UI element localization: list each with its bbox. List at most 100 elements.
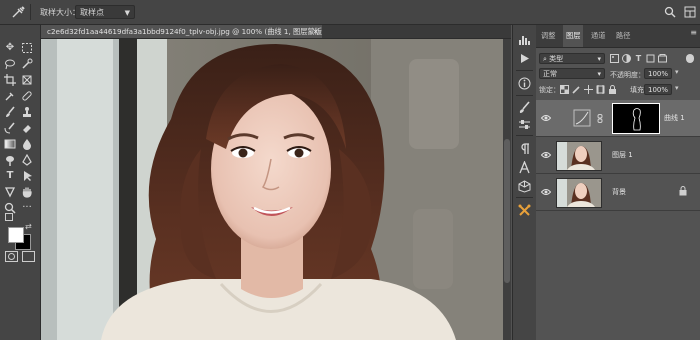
filter-pixel-icon[interactable] [610,54,619,63]
info-icon[interactable] [518,77,531,90]
separator [516,95,533,96]
path-select-icon[interactable] [21,170,33,182]
layer-row-layer1[interactable]: 图层 1 [536,137,700,174]
opacity-label: 不透明度： [610,71,645,79]
tab-layers[interactable]: 图层 [563,25,584,47]
brush-icon[interactable] [4,106,16,118]
document-tab-title: c2e6d32fd1aa44619dfa3a1bbd9124f0_tplv-ob… [47,27,322,36]
tab-adjustments[interactable]: 调整 [538,25,558,47]
eyedropper-icon[interactable] [10,5,26,19]
curves-adjustment-icon [572,108,592,128]
frame-icon[interactable] [21,74,33,86]
3d-icon[interactable] [518,180,531,193]
lock-artboard-icon[interactable] [596,85,605,94]
fill-value: 100% [648,86,669,94]
marquee-icon[interactable] [21,42,33,54]
chevron-down-icon: ▼ [124,9,130,17]
type-icon[interactable]: T [4,170,16,182]
vertical-scrollbar[interactable] [503,39,511,340]
opacity-value: 100% [648,70,669,78]
actions-play-icon[interactable] [518,52,531,65]
sample-size-select[interactable]: 取样点 ▼ [75,5,135,19]
sample-size-value: 取样点 [80,8,104,17]
portrait-photo [41,39,503,340]
healing-icon[interactable] [21,90,33,102]
move-icon[interactable]: ✥ [4,42,16,54]
adjust-sliders-icon[interactable] [518,118,531,131]
close-icon[interactable]: × [312,25,319,38]
crop-icon[interactable] [4,74,16,86]
lock-icon [679,186,687,196]
screen-mode-icon[interactable] [22,251,35,262]
history-brush-icon[interactable] [4,122,16,134]
eye-icon[interactable] [541,187,551,197]
quick-mask-icon[interactable] [5,251,18,262]
layer-thumbnail [556,141,602,171]
chevron-down-icon[interactable]: ▾ [675,68,679,76]
layer-name[interactable]: 图层 1 [612,150,633,160]
lasso-icon[interactable] [4,58,16,70]
lock-position-icon[interactable] [584,85,593,94]
chevron-down-icon: ▾ [597,55,601,63]
lock-pixels-icon[interactable] [572,85,581,94]
layer-name[interactable]: 曲线 1 [664,113,685,123]
image-canvas[interactable] [41,39,503,340]
layer-mask-thumbnail[interactable] [612,103,660,134]
swap-colors-icon[interactable]: ⇄ [25,222,32,231]
panel-menu-icon[interactable]: ≡ [690,28,697,37]
layers-panel: 调整 图层 通道 路径 ≡ ⌕ 类型 ▾ T 正常 ▾ 不透明度： 100% ▾ 锁… [536,25,700,340]
histogram-icon[interactable] [518,33,531,46]
blend-mode-select[interactable]: 正常 ▾ [539,68,605,79]
lock-transparent-icon[interactable] [560,85,569,94]
search-icon[interactable] [664,6,676,18]
chevron-down-icon: ▾ [597,70,601,78]
gradient-icon[interactable] [4,138,16,150]
quick-select-icon[interactable] [21,58,33,70]
hand-icon[interactable] [21,186,33,198]
separator [30,4,31,20]
document-tab[interactable]: c2e6d32fd1aa44619dfa3a1bbd9124f0_tplv-ob… [41,25,322,38]
lock-label: 锁定： [539,86,560,94]
filter-shape-icon[interactable] [646,54,655,63]
scrollbar-thumb[interactable] [504,139,510,283]
filter-type-select[interactable]: ⌕ 类型 ▾ [539,53,605,64]
blur-icon[interactable] [21,138,33,150]
tool-presets-icon[interactable] [518,204,531,217]
fill-input[interactable]: 100% [644,84,672,95]
link-icon[interactable] [597,114,603,123]
stamp-icon[interactable] [21,106,33,118]
layer-row-background[interactable]: 背景 [536,174,700,211]
panel-tabs: 调整 图层 通道 路径 ≡ [536,25,700,48]
tab-channels[interactable]: 通道 [588,25,608,47]
shape-icon[interactable] [4,186,16,198]
opacity-input[interactable]: 100% [644,68,672,79]
foreground-color-swatch[interactable] [8,227,24,243]
eyedropper-icon[interactable] [4,90,16,102]
blend-mode-value: 正常 [543,70,557,78]
eye-icon[interactable] [541,150,551,160]
default-colors-icon[interactable] [5,213,13,221]
options-bar: 取样大小： 取样点 ▼ [0,0,700,25]
eraser-icon[interactable] [21,122,33,134]
tab-paths[interactable]: 路径 [613,25,633,47]
filter-type-icon[interactable]: T [634,54,643,63]
edit-toolbar-icon[interactable]: ··· [21,202,33,214]
lock-all-icon[interactable] [608,85,617,94]
tools-panel: ✥ T ··· ⇄ [0,25,41,340]
dodge-icon[interactable] [4,154,16,166]
character-icon[interactable] [518,160,531,174]
layer-row-curves[interactable]: 曲线 1 [536,100,700,137]
eye-icon[interactable] [541,113,551,123]
layer-thumbnail [556,178,602,208]
paragraph-icon[interactable] [518,142,531,155]
document-tabs: c2e6d32fd1aa44619dfa3a1bbd9124f0_tplv-ob… [41,25,511,39]
brush-settings-icon[interactable] [518,101,531,114]
separator [516,135,533,136]
workspace-grid-icon[interactable] [684,6,696,18]
chevron-down-icon[interactable]: ▾ [675,84,679,92]
filter-toggle[interactable] [686,54,694,63]
filter-adjustment-icon[interactable] [622,54,631,63]
layer-name[interactable]: 背景 [612,187,626,197]
filter-smart-object-icon[interactable] [658,54,667,63]
pen-icon[interactable] [21,153,33,166]
